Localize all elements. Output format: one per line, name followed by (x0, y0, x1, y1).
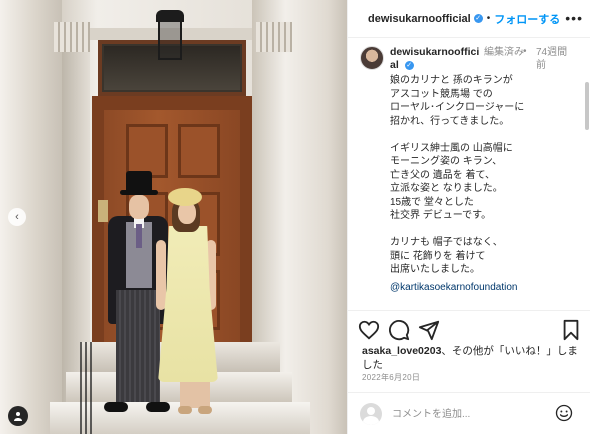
brass-plaque (98, 200, 108, 222)
man-shoe (146, 402, 170, 412)
previous-photo-button[interactable]: ‹ (8, 208, 26, 226)
caption-area: dewisukarnoofficial ✓ 編集済み • 74週間前 娘のカリナ… (348, 38, 590, 310)
comment-icon[interactable] (388, 319, 410, 341)
door-panel (178, 124, 220, 178)
post-date[interactable]: 2022年6月20日 (362, 372, 420, 383)
emoji-icon[interactable] (555, 404, 573, 422)
right-capital (256, 22, 292, 52)
flower-headpiece (168, 188, 202, 206)
woman-arm (156, 240, 166, 310)
man-shoe (104, 402, 128, 412)
railing (80, 342, 94, 434)
caption-username[interactable]: dewisukarnoofficial ✓ (390, 46, 480, 72)
follow-button[interactable]: フォローする (494, 11, 560, 27)
header-separator: • (486, 13, 491, 24)
action-bar (348, 310, 590, 348)
caption-scrollbar[interactable] (585, 82, 589, 130)
likes-summary: asaka_love0203、その他が「いいね！」しました (362, 344, 587, 372)
post-age: 74週間前 (536, 47, 568, 71)
post-photo[interactable]: ‹ (0, 0, 347, 434)
post-sidebar: dewisukarnoofficial ✓ • フォローする ••• dewis… (347, 0, 590, 434)
user-tag-icon (14, 412, 22, 421)
woman-legs (180, 382, 210, 408)
header-username[interactable]: dewisukarnoofficial (368, 13, 471, 25)
caption-username-text[interactable]: dewisukarnoofficial (390, 46, 479, 71)
user-tags-button[interactable] (8, 406, 28, 426)
man-head (129, 195, 149, 219)
bookmark-icon[interactable] (560, 319, 582, 341)
edited-label: 編集済み (484, 47, 524, 58)
commenter-avatar (360, 403, 382, 425)
woman-shoe (198, 406, 212, 414)
comment-input[interactable] (392, 405, 532, 423)
verified-badge-icon: ✓ (473, 14, 483, 23)
lantern (158, 20, 182, 60)
door-panel (126, 124, 168, 178)
post-header: dewisukarnoofficial ✓ • フォローする ••• (348, 0, 590, 38)
comment-bar (348, 392, 590, 434)
liker-username[interactable]: asaka_love0203 (362, 345, 441, 357)
chevron-left-icon: ‹ (15, 211, 19, 223)
top-hat-brim (120, 190, 158, 195)
heart-icon[interactable] (358, 319, 380, 341)
share-icon[interactable] (418, 319, 440, 341)
more-options-icon[interactable]: ••• (565, 10, 583, 26)
woman-shoe (178, 406, 192, 414)
verified-badge-icon: ✓ (404, 61, 414, 70)
man-tie (136, 224, 142, 248)
caption-text: 娘のカリナと 孫のキランが アスコット競馬場 での ローヤル･インクロージャーに… (390, 75, 525, 275)
mention-link[interactable]: @kartikasoekarnofoundation (390, 282, 517, 293)
avatar[interactable] (360, 46, 384, 70)
left-capital (54, 22, 90, 52)
caption-separator: • (523, 46, 527, 57)
man-trousers (116, 290, 160, 402)
